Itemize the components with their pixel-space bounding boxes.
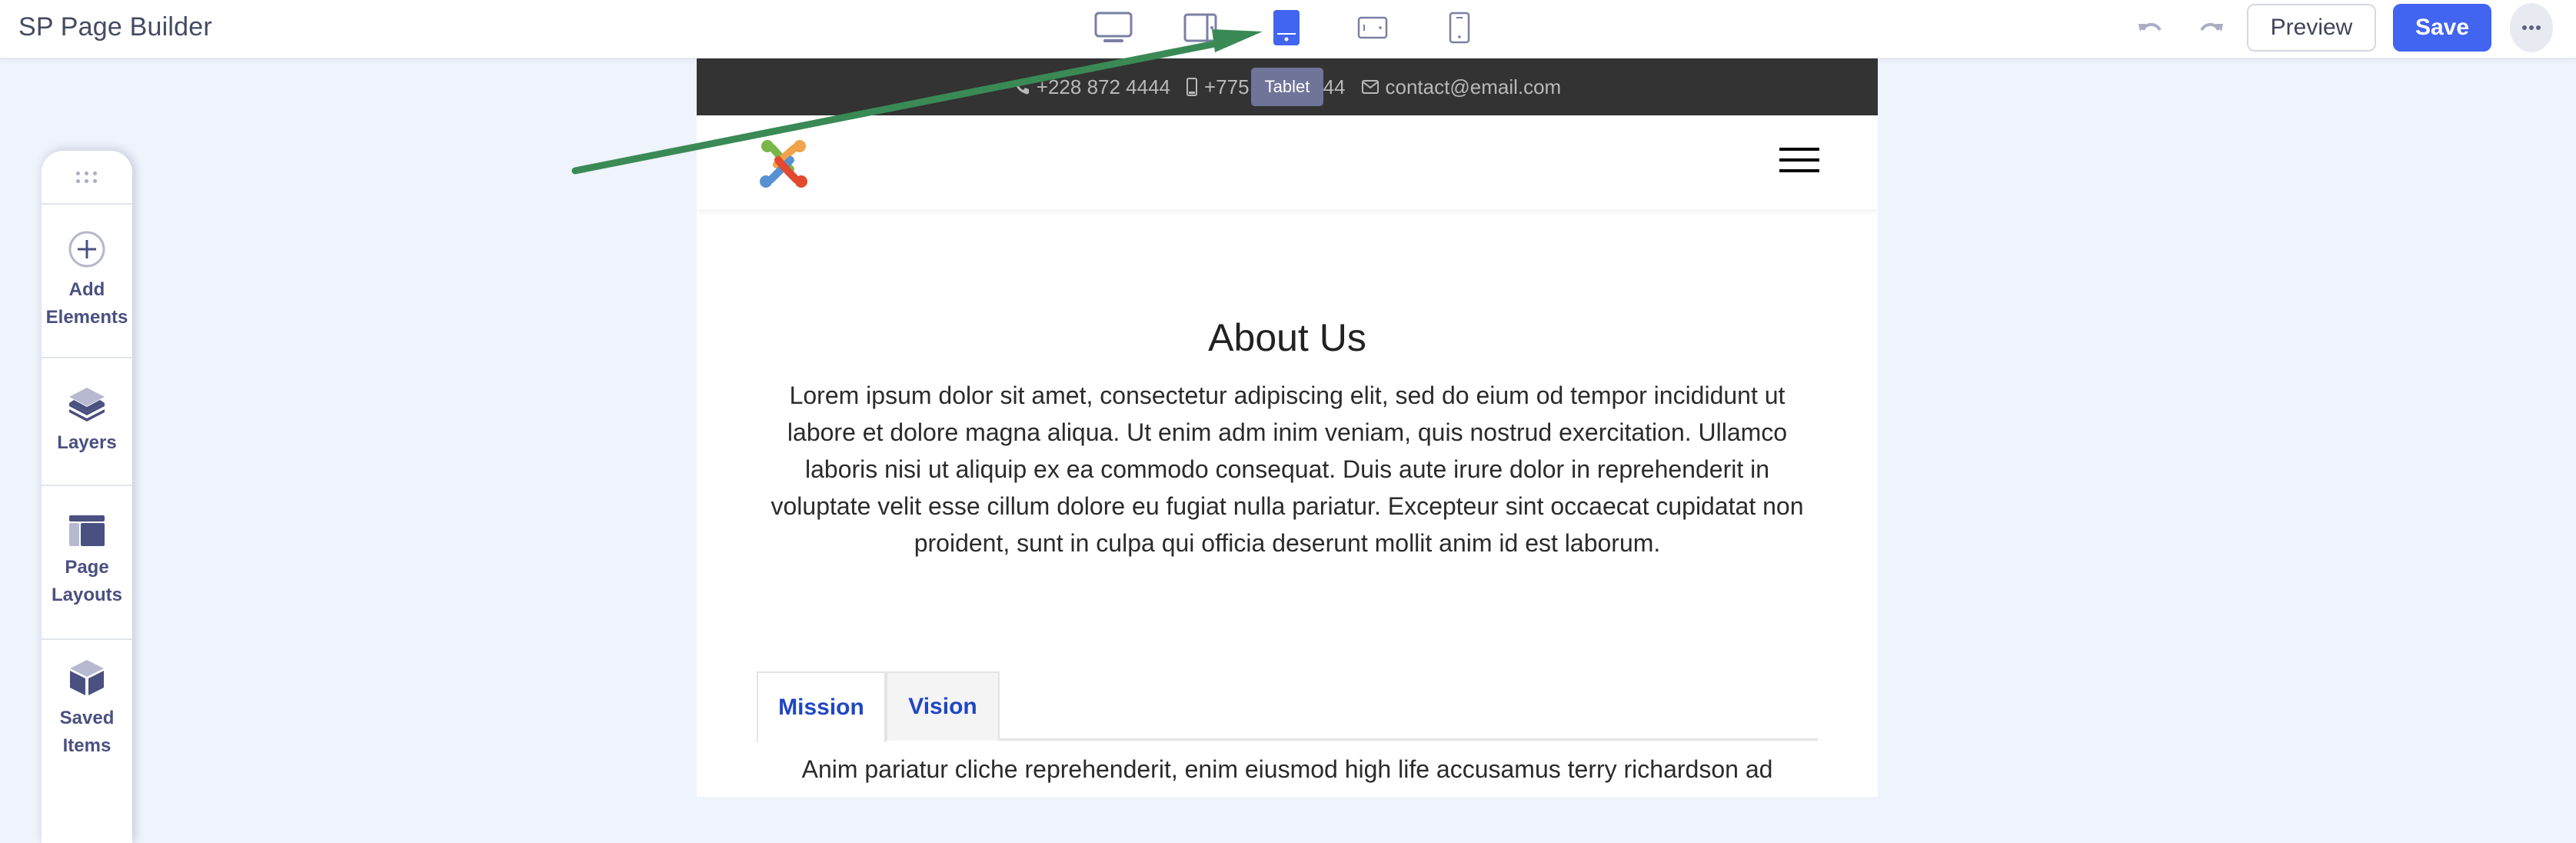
drag-dots-icon bbox=[76, 171, 98, 183]
box-icon bbox=[70, 660, 104, 695]
site-logo-icon[interactable] bbox=[757, 137, 810, 191]
layers-icon bbox=[69, 388, 105, 422]
about-paragraph: Lorem ipsum dolor sit amet, consectetur … bbox=[770, 382, 1804, 557]
sidebar: Add Elements Layers Page Layouts Saved I… bbox=[42, 151, 132, 843]
hamburger-icon bbox=[1779, 148, 1819, 151]
more-icon bbox=[2522, 25, 2527, 30]
mobile-icon bbox=[1449, 12, 1470, 44]
desktop-device-button[interactable] bbox=[1092, 8, 1135, 48]
desktop-icon bbox=[1094, 12, 1133, 42]
sidebar-item-label: Layers bbox=[57, 432, 117, 453]
laptop-device-button[interactable] bbox=[1180, 8, 1223, 48]
tab-vision[interactable]: Vision bbox=[886, 671, 1000, 741]
tablet-landscape-icon bbox=[1357, 16, 1388, 39]
sidebar-item-label: Saved Items bbox=[59, 708, 115, 756]
sidebar-item-saved-items[interactable]: Saved Items bbox=[42, 640, 132, 778]
phone-number: +228 872 4444 bbox=[1036, 75, 1171, 98]
page-canvas: +228 872 4444 +775 44 contact@email.com bbox=[697, 58, 1878, 797]
more-options-button[interactable] bbox=[2510, 3, 2553, 52]
laptop-icon bbox=[1183, 13, 1217, 42]
sidebar-item-add-elements[interactable]: Add Elements bbox=[42, 205, 132, 358]
tabs-nav: Mission Vision bbox=[757, 671, 1818, 742]
device-tooltip: Tablet bbox=[1251, 68, 1323, 106]
redo-icon bbox=[2200, 22, 2223, 32]
sidebar-item-page-layouts[interactable]: Page Layouts bbox=[42, 486, 132, 640]
envelope-icon bbox=[1361, 80, 1379, 94]
email-contact: contact@email.com bbox=[1361, 75, 1562, 99]
tablet-landscape-device-button[interactable] bbox=[1351, 8, 1394, 48]
tab-mission[interactable]: Mission bbox=[757, 671, 886, 742]
sidebar-item-label: Add Elements bbox=[45, 279, 128, 328]
sidebar-item-layers[interactable]: Layers bbox=[42, 358, 132, 486]
menu-hamburger-button[interactable] bbox=[1779, 148, 1819, 177]
phone-contact: +228 872 4444 bbox=[1013, 75, 1170, 99]
plus-circle-icon bbox=[68, 231, 105, 268]
app-title: SP Page Builder bbox=[18, 12, 212, 42]
about-heading: About Us bbox=[1208, 316, 1366, 359]
page-layout-icon bbox=[69, 515, 105, 546]
save-button[interactable]: Save bbox=[2393, 4, 2491, 52]
undo-icon bbox=[2138, 22, 2162, 32]
tab-content: Anim pariatur cliche reprehenderit, enim… bbox=[801, 755, 1773, 783]
sidebar-item-label: Page Layouts bbox=[51, 557, 122, 605]
mobile-device-button[interactable] bbox=[1438, 8, 1481, 48]
redo-button[interactable] bbox=[2196, 14, 2227, 42]
tablet-device-button[interactable] bbox=[1265, 8, 1308, 48]
email-address: contact@email.com bbox=[1385, 75, 1562, 98]
mobile-number-prefix: +775 bbox=[1204, 75, 1250, 98]
phone-icon bbox=[1014, 80, 1029, 95]
mobile-phone-icon bbox=[1186, 78, 1198, 96]
tablet-icon bbox=[1273, 10, 1300, 45]
undo-button[interactable] bbox=[2135, 14, 2165, 42]
app-header: SP Page Builder Preview Save bbox=[0, 0, 2576, 59]
preview-button[interactable]: Preview bbox=[2247, 4, 2376, 52]
site-navbar bbox=[697, 115, 1878, 209]
sidebar-drag-handle[interactable] bbox=[42, 151, 132, 205]
mobile-number-suffix: 44 bbox=[1323, 75, 1346, 98]
